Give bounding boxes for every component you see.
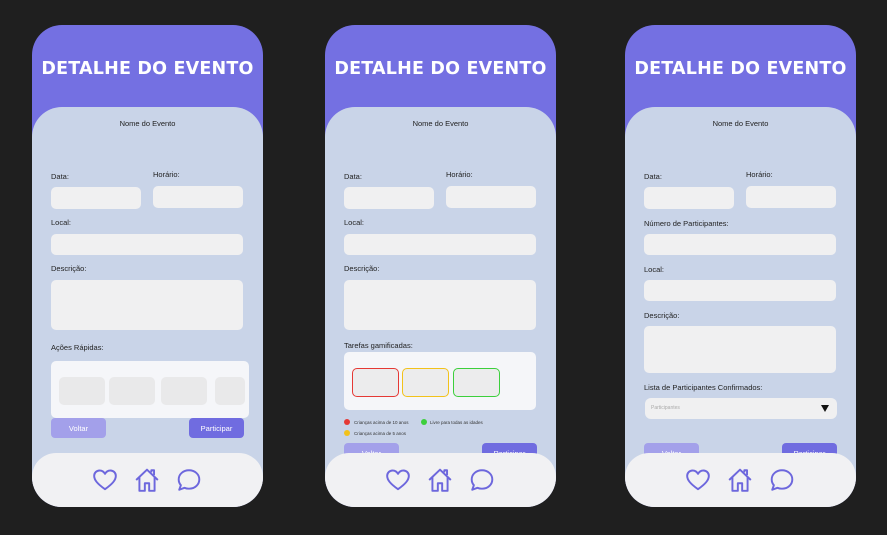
heart-icon[interactable]: [385, 467, 411, 493]
description-field[interactable]: [344, 280, 536, 330]
description-label: Descrição:: [644, 311, 680, 320]
description-label: Descrição:: [51, 264, 87, 273]
participants-count-label: Número de Participantes:: [644, 219, 729, 228]
legend-label: Livre para todas as idades: [430, 420, 483, 425]
home-icon[interactable]: [134, 467, 160, 493]
gamified-tasks-label: Tarefas gamificadas:: [344, 341, 413, 350]
event-name: Nome do Evento: [119, 119, 176, 128]
quick-action-slot[interactable]: [215, 377, 245, 405]
select-placeholder: Participantes: [651, 405, 680, 411]
task-card-red[interactable]: [352, 368, 399, 397]
phone-screen-gamified-tasks: DETALHE DO EVENTO Nome do Evento Data: H…: [325, 25, 556, 507]
chat-bubble-icon[interactable]: [769, 467, 795, 493]
date-field[interactable]: [51, 187, 141, 209]
participants-select[interactable]: Participantes: [645, 398, 837, 419]
location-field[interactable]: [644, 280, 836, 301]
back-button[interactable]: Voltar: [51, 418, 106, 438]
description-field[interactable]: [51, 280, 243, 330]
chat-bubble-icon[interactable]: [469, 467, 495, 493]
time-field[interactable]: [446, 186, 536, 208]
chat-bubble-icon[interactable]: [176, 467, 202, 493]
content-panel: Nome do Evento Data: Horário: Local: Des…: [32, 107, 263, 507]
quick-action-slot[interactable]: [161, 377, 207, 405]
page-title: DETALHE DO EVENTO: [634, 59, 847, 79]
bottom-nav: [32, 453, 263, 507]
date-label: Data:: [51, 172, 69, 181]
time-label: Horário:: [153, 170, 180, 179]
legend-label: Crianças acima de 5 anos: [354, 431, 407, 436]
bottom-nav: [325, 453, 556, 507]
quick-action-slot[interactable]: [59, 377, 105, 405]
time-label: Horário:: [446, 170, 473, 179]
date-label: Data:: [344, 172, 362, 181]
bottom-nav: [625, 453, 856, 507]
date-label: Data:: [644, 172, 662, 181]
event-name: Nome do Evento: [712, 119, 769, 128]
legend-dot-yellow: [344, 430, 350, 436]
gamified-tasks-panel: [344, 352, 536, 410]
event-name: Nome do Evento: [412, 119, 469, 128]
home-icon[interactable]: [727, 467, 753, 493]
page-title: DETALHE DO EVENTO: [41, 59, 254, 79]
quick-action-slot[interactable]: [109, 377, 155, 405]
location-label: Local:: [644, 265, 665, 274]
join-button[interactable]: Participar: [189, 418, 244, 438]
phone-screen-participants: DETALHE DO EVENTO Nome do Evento Data: H…: [625, 25, 856, 507]
location-label: Local:: [51, 218, 72, 227]
quick-actions-label: Ações Rápidas:: [51, 343, 104, 352]
content-panel: Nome do Evento Data: Horário: Número de …: [625, 107, 856, 507]
phone-screen-quick-actions: DETALHE DO EVENTO Nome do Evento Data: H…: [32, 25, 263, 507]
date-field[interactable]: [344, 187, 434, 209]
date-field[interactable]: [644, 187, 734, 209]
legend-dot-green: [421, 419, 427, 425]
heart-icon[interactable]: [92, 467, 118, 493]
location-field[interactable]: [51, 234, 243, 255]
time-field[interactable]: [153, 186, 243, 208]
legend-dot-red: [344, 419, 350, 425]
legend-label: Crianças acima de 10 anos: [354, 420, 409, 425]
description-label: Descrição:: [344, 264, 380, 273]
location-field[interactable]: [344, 234, 536, 255]
description-field[interactable]: [644, 326, 836, 373]
confirmed-list-label: Lista de Participantes Confirmados:: [644, 383, 763, 392]
time-field[interactable]: [746, 186, 836, 208]
home-icon[interactable]: [427, 467, 453, 493]
caret-down-icon: [821, 405, 829, 412]
participants-count-field[interactable]: [644, 234, 836, 255]
page-title: DETALHE DO EVENTO: [334, 59, 547, 79]
content-panel: Nome do Evento Data: Horário: Local: Des…: [325, 107, 556, 507]
quick-actions-panel: [51, 361, 249, 418]
task-card-yellow[interactable]: [402, 368, 449, 397]
time-label: Horário:: [746, 170, 773, 179]
task-card-green[interactable]: [453, 368, 500, 397]
location-label: Local:: [344, 218, 365, 227]
heart-icon[interactable]: [685, 467, 711, 493]
